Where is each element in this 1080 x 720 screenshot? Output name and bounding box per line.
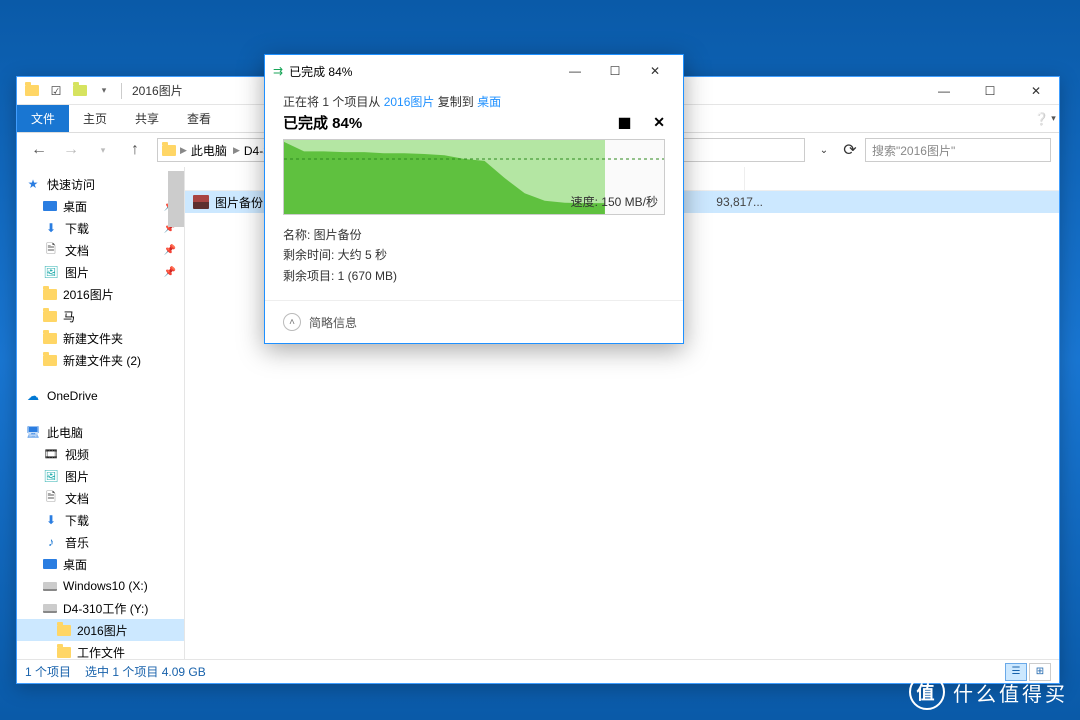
breadcrumb-item[interactable]: 此电脑▶	[191, 142, 240, 159]
search-input[interactable]: 搜索"2016图片"	[865, 138, 1051, 162]
throughput-chart: 速度: 150 MB/秒	[283, 139, 665, 215]
qat-newfolder-button[interactable]	[69, 80, 91, 102]
star-icon: ★	[25, 176, 41, 192]
maximize-button[interactable]: ☐	[595, 55, 635, 87]
dest-link[interactable]: 桌面	[477, 95, 501, 109]
copy-description: 正在将 1 个项目从 2016图片 复制到 桌面	[283, 93, 665, 110]
sidebar-item-music[interactable]: ♪音乐	[17, 531, 184, 553]
breadcrumb-dropdown-button[interactable]: ⌄	[813, 139, 835, 161]
minimize-button[interactable]: —	[921, 77, 967, 105]
copy-icon: ⇉	[273, 64, 283, 78]
onedrive-icon: ☁	[25, 388, 41, 404]
picture-icon: 🖼	[43, 468, 59, 484]
folder-icon	[43, 289, 57, 300]
sidebar-item-folder[interactable]: 2016图片	[17, 619, 184, 641]
watermark-badge-icon: 值	[909, 674, 945, 710]
copy-dialog: ⇉ 已完成 84% — ☐ ✕ 正在将 1 个项目从 2016图片 复制到 桌面…	[264, 54, 684, 344]
pause-button[interactable]: ▮▮	[618, 114, 629, 131]
window-title: 2016图片	[132, 82, 183, 99]
desktop-icon	[43, 201, 57, 211]
tab-view[interactable]: 查看	[173, 105, 225, 132]
video-icon: 🎞	[43, 446, 59, 462]
folder-icon	[162, 145, 176, 156]
tab-share[interactable]: 共享	[121, 105, 173, 132]
sidebar-item-folder[interactable]: 马	[17, 305, 184, 327]
folder-icon	[57, 625, 71, 636]
nav-back-button[interactable]: ←	[25, 137, 53, 163]
quick-access-toolbar: ☑ ▾	[21, 80, 115, 102]
sidebar-item-folder[interactable]: 工作文件	[17, 641, 184, 659]
sidebar-item-folder[interactable]: 2016图片	[17, 283, 184, 305]
speed-label: 速度: 150 MB/秒	[571, 193, 658, 210]
window-controls: — ☐ ✕	[921, 77, 1059, 105]
music-icon: ♪	[43, 534, 59, 550]
nav-forward-button[interactable]: →	[57, 137, 85, 163]
status-selected: 选中 1 个项目 4.09 GB	[85, 663, 206, 680]
sidebar-item-drive[interactable]: Windows10 (X:)	[17, 575, 184, 597]
minimize-button[interactable]: —	[555, 55, 595, 87]
download-icon: ⬇	[43, 512, 59, 528]
sidebar-item-downloads[interactable]: ⬇下载📌	[17, 217, 184, 239]
source-link[interactable]: 2016图片	[384, 95, 435, 109]
scrollbar-thumb[interactable]	[168, 171, 184, 227]
nav-up-button[interactable]: ↑	[121, 137, 149, 163]
folder-icon	[57, 647, 71, 658]
dialog-footer[interactable]: ˄ 简略信息	[265, 300, 683, 343]
copy-details: 名称: 图片备份 剩余时间: 大约 5 秒 剩余项目: 1 (670 MB)	[283, 225, 665, 286]
sidebar-item-documents[interactable]: 🗎文档	[17, 487, 184, 509]
sidebar-item-downloads[interactable]: ⬇下载	[17, 509, 184, 531]
archive-icon	[193, 195, 209, 209]
nav-recent-button[interactable]: ▾	[89, 137, 117, 163]
sidebar-item-desktop[interactable]: 桌面	[17, 553, 184, 575]
status-count: 1 个项目	[25, 663, 71, 680]
picture-icon: 🖼	[43, 264, 59, 280]
search-placeholder: 搜索"2016图片"	[872, 142, 955, 159]
refresh-button[interactable]: ⟳	[839, 139, 861, 161]
ribbon-help-button[interactable]: ❔▾	[1031, 105, 1059, 132]
download-icon: ⬇	[43, 220, 59, 236]
sidebar-item-documents[interactable]: 🗎文档📌	[17, 239, 184, 261]
qat-properties-button[interactable]: ☑	[45, 80, 67, 102]
folder-icon	[43, 311, 57, 322]
less-info-button[interactable]: 简略信息	[309, 314, 357, 331]
sidebar-item-pictures[interactable]: 🖼图片	[17, 465, 184, 487]
progress-label: 已完成 84%	[283, 112, 362, 133]
pin-icon: 📌	[164, 245, 176, 256]
drive-icon	[43, 604, 57, 613]
sidebar-item-onedrive[interactable]: ☁OneDrive	[17, 385, 184, 407]
doc-icon: 🗎	[43, 242, 59, 258]
file-tab[interactable]: 文件	[17, 105, 69, 132]
watermark: 值 什么值得买	[909, 674, 1068, 710]
sidebar-item-folder[interactable]: 新建文件夹	[17, 327, 184, 349]
folder-icon	[43, 333, 57, 344]
drive-icon	[43, 582, 57, 591]
status-bar: 1 个项目 选中 1 个项目 4.09 GB ☰ ⊞	[17, 659, 1059, 683]
sidebar-item-quickaccess[interactable]: ★快速访问	[17, 173, 184, 195]
watermark-text: 什么值得买	[953, 678, 1068, 707]
tab-home[interactable]: 主页	[69, 105, 121, 132]
dialog-title: 已完成 84%	[289, 63, 352, 80]
chevron-up-icon[interactable]: ˄	[283, 313, 301, 331]
chevron-right-icon: ▶	[180, 145, 187, 156]
pin-icon: 📌	[164, 267, 176, 278]
doc-icon: 🗎	[43, 490, 59, 506]
sidebar-item-videos[interactable]: 🎞视频	[17, 443, 184, 465]
maximize-button[interactable]: ☐	[967, 77, 1013, 105]
dialog-titlebar: ⇉ 已完成 84% — ☐ ✕	[265, 55, 683, 87]
qat-dropdown-button[interactable]: ▾	[93, 80, 115, 102]
pc-icon: 🖥	[25, 424, 41, 440]
folder-icon	[43, 355, 57, 366]
file-size: 93,817...	[691, 195, 771, 209]
folder-icon	[21, 80, 43, 102]
sidebar-item-pictures[interactable]: 🖼图片📌	[17, 261, 184, 283]
sidebar-item-drive[interactable]: D4-310工作 (Y:)	[17, 597, 184, 619]
cancel-button[interactable]: ✕	[653, 114, 665, 131]
sidebar-item-folder[interactable]: 新建文件夹 (2)	[17, 349, 184, 371]
sidebar-item-desktop[interactable]: 桌面📌	[17, 195, 184, 217]
navigation-pane[interactable]: ★快速访问 桌面📌 ⬇下载📌 🗎文档📌 🖼图片📌 2016图片 马 新建文件夹 …	[17, 167, 185, 659]
desktop-icon	[43, 559, 57, 569]
sidebar-item-thispc[interactable]: 🖥此电脑	[17, 421, 184, 443]
close-button[interactable]: ✕	[635, 55, 675, 87]
close-button[interactable]: ✕	[1013, 77, 1059, 105]
